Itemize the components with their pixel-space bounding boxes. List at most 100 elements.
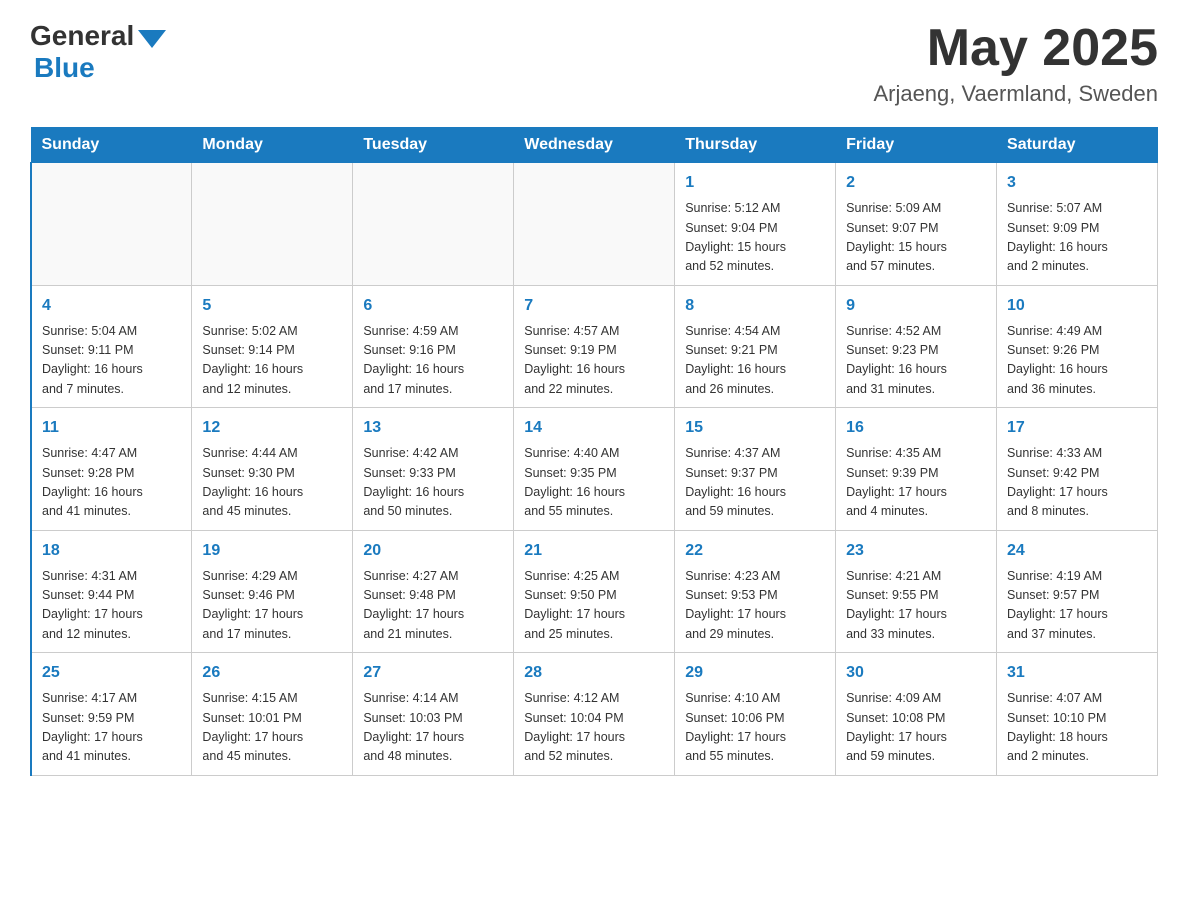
calendar-day-header: Friday [836, 128, 997, 163]
day-number: 19 [202, 539, 342, 563]
calendar-cell: 12 Sunrise: 4:44 AM Sunset: 9:30 PM Dayli… [192, 408, 353, 531]
calendar-cell: 14 Sunrise: 4:40 AM Sunset: 9:35 PM Dayli… [514, 408, 675, 531]
calendar-day-header: Saturday [997, 128, 1158, 163]
calendar-cell: 21 Sunrise: 4:25 AM Sunset: 9:50 PM Dayli… [514, 530, 675, 653]
day-info: Sunrise: 5:04 AM Sunset: 9:11 PM Dayligh… [42, 322, 181, 400]
day-number: 20 [363, 539, 503, 563]
day-info: Sunrise: 4:15 AM Sunset: 10:01 PM Daylig… [202, 689, 342, 767]
calendar-day-header: Thursday [675, 128, 836, 163]
logo-blue-text: Blue [34, 52, 95, 84]
calendar-cell: 20 Sunrise: 4:27 AM Sunset: 9:48 PM Dayli… [353, 530, 514, 653]
calendar-day-header: Tuesday [353, 128, 514, 163]
day-number: 22 [685, 539, 825, 563]
day-info: Sunrise: 4:44 AM Sunset: 9:30 PM Dayligh… [202, 444, 342, 522]
calendar-cell: 3 Sunrise: 5:07 AM Sunset: 9:09 PM Daylig… [997, 163, 1158, 286]
logo-general-text: General [30, 20, 134, 52]
calendar-cell [192, 163, 353, 286]
day-number: 13 [363, 416, 503, 440]
day-info: Sunrise: 4:54 AM Sunset: 9:21 PM Dayligh… [685, 322, 825, 400]
day-info: Sunrise: 4:09 AM Sunset: 10:08 PM Daylig… [846, 689, 986, 767]
calendar-cell: 5Sunrise: 5:02 AM Sunset: 9:14 PM Daylig… [192, 285, 353, 408]
calendar-week-row: 11 Sunrise: 4:47 AM Sunset: 9:28 PM Dayli… [31, 408, 1158, 531]
calendar-cell: 15 Sunrise: 4:37 AM Sunset: 9:37 PM Dayli… [675, 408, 836, 531]
calendar-week-row: 1 Sunrise: 5:12 AM Sunset: 9:04 PM Daylig… [31, 163, 1158, 286]
day-number: 3 [1007, 171, 1147, 195]
day-number: 9 [846, 294, 986, 318]
day-info: Sunrise: 4:21 AM Sunset: 9:55 PM Dayligh… [846, 567, 986, 645]
calendar-table: SundayMondayTuesdayWednesdayThursdayFrid… [30, 127, 1158, 776]
calendar-day-header: Monday [192, 128, 353, 163]
day-info: Sunrise: 4:07 AM Sunset: 10:10 PM Daylig… [1007, 689, 1147, 767]
calendar-day-header: Wednesday [514, 128, 675, 163]
day-number: 8 [685, 294, 825, 318]
day-info: Sunrise: 4:33 AM Sunset: 9:42 PM Dayligh… [1007, 444, 1147, 522]
day-number: 29 [685, 661, 825, 685]
calendar-cell: 2 Sunrise: 5:09 AM Sunset: 9:07 PM Daylig… [836, 163, 997, 286]
day-number: 2 [846, 171, 986, 195]
calendar-cell: 26Sunrise: 4:15 AM Sunset: 10:01 PM Dayl… [192, 653, 353, 776]
day-info: Sunrise: 4:14 AM Sunset: 10:03 PM Daylig… [363, 689, 503, 767]
day-info: Sunrise: 4:25 AM Sunset: 9:50 PM Dayligh… [524, 567, 664, 645]
day-info: Sunrise: 5:07 AM Sunset: 9:09 PM Dayligh… [1007, 199, 1147, 277]
calendar-cell: 4 Sunrise: 5:04 AM Sunset: 9:11 PM Daylig… [31, 285, 192, 408]
calendar-cell [353, 163, 514, 286]
day-info: Sunrise: 4:47 AM Sunset: 9:28 PM Dayligh… [42, 444, 181, 522]
day-info: Sunrise: 4:37 AM Sunset: 9:37 PM Dayligh… [685, 444, 825, 522]
calendar-cell: 16 Sunrise: 4:35 AM Sunset: 9:39 PM Dayli… [836, 408, 997, 531]
calendar-cell [514, 163, 675, 286]
calendar-cell: 23 Sunrise: 4:21 AM Sunset: 9:55 PM Dayli… [836, 530, 997, 653]
day-info: Sunrise: 4:31 AM Sunset: 9:44 PM Dayligh… [42, 567, 181, 645]
calendar-cell: 11 Sunrise: 4:47 AM Sunset: 9:28 PM Dayli… [31, 408, 192, 531]
day-number: 10 [1007, 294, 1147, 318]
day-number: 15 [685, 416, 825, 440]
day-number: 31 [1007, 661, 1147, 685]
calendar-cell: 22 Sunrise: 4:23 AM Sunset: 9:53 PM Dayli… [675, 530, 836, 653]
day-number: 1 [685, 171, 825, 195]
calendar-cell: 8 Sunrise: 4:54 AM Sunset: 9:21 PM Daylig… [675, 285, 836, 408]
day-number: 25 [42, 661, 181, 685]
calendar-header-row: SundayMondayTuesdayWednesdayThursdayFrid… [31, 128, 1158, 163]
day-number: 18 [42, 539, 181, 563]
logo: General Blue [30, 20, 166, 84]
calendar-week-row: 25 Sunrise: 4:17 AM Sunset: 9:59 PM Dayli… [31, 653, 1158, 776]
day-info: Sunrise: 4:23 AM Sunset: 9:53 PM Dayligh… [685, 567, 825, 645]
location-title: Arjaeng, Vaermland, Sweden [873, 81, 1158, 107]
day-info: Sunrise: 4:19 AM Sunset: 9:57 PM Dayligh… [1007, 567, 1147, 645]
calendar-cell: 27Sunrise: 4:14 AM Sunset: 10:03 PM Dayl… [353, 653, 514, 776]
day-info: Sunrise: 4:59 AM Sunset: 9:16 PM Dayligh… [363, 322, 503, 400]
day-number: 6 [363, 294, 503, 318]
day-info: Sunrise: 4:49 AM Sunset: 9:26 PM Dayligh… [1007, 322, 1147, 400]
calendar-cell: 1 Sunrise: 5:12 AM Sunset: 9:04 PM Daylig… [675, 163, 836, 286]
calendar-day-header: Sunday [31, 128, 192, 163]
day-number: 16 [846, 416, 986, 440]
calendar-cell: 24 Sunrise: 4:19 AM Sunset: 9:57 PM Dayli… [997, 530, 1158, 653]
day-info: Sunrise: 4:12 AM Sunset: 10:04 PM Daylig… [524, 689, 664, 767]
day-info: Sunrise: 4:40 AM Sunset: 9:35 PM Dayligh… [524, 444, 664, 522]
day-number: 14 [524, 416, 664, 440]
day-number: 24 [1007, 539, 1147, 563]
day-number: 17 [1007, 416, 1147, 440]
calendar-cell: 6 Sunrise: 4:59 AM Sunset: 9:16 PM Daylig… [353, 285, 514, 408]
day-number: 5 [202, 294, 342, 318]
day-number: 23 [846, 539, 986, 563]
day-info: Sunrise: 4:42 AM Sunset: 9:33 PM Dayligh… [363, 444, 503, 522]
day-info: Sunrise: 4:10 AM Sunset: 10:06 PM Daylig… [685, 689, 825, 767]
day-number: 12 [202, 416, 342, 440]
day-info: Sunrise: 4:17 AM Sunset: 9:59 PM Dayligh… [42, 689, 181, 767]
day-info: Sunrise: 4:35 AM Sunset: 9:39 PM Dayligh… [846, 444, 986, 522]
calendar-cell [31, 163, 192, 286]
day-number: 4 [42, 294, 181, 318]
day-number: 28 [524, 661, 664, 685]
title-block: May 2025 Arjaeng, Vaermland, Sweden [873, 20, 1158, 107]
day-number: 11 [42, 416, 181, 440]
calendar-cell: 7Sunrise: 4:57 AM Sunset: 9:19 PM Daylig… [514, 285, 675, 408]
day-info: Sunrise: 5:09 AM Sunset: 9:07 PM Dayligh… [846, 199, 986, 277]
day-info: Sunrise: 4:57 AM Sunset: 9:19 PM Dayligh… [524, 322, 664, 400]
calendar-cell: 31 Sunrise: 4:07 AM Sunset: 10:10 PM Dayl… [997, 653, 1158, 776]
day-number: 21 [524, 539, 664, 563]
day-number: 30 [846, 661, 986, 685]
day-info: Sunrise: 4:27 AM Sunset: 9:48 PM Dayligh… [363, 567, 503, 645]
calendar-cell: 28 Sunrise: 4:12 AM Sunset: 10:04 PM Dayl… [514, 653, 675, 776]
day-info: Sunrise: 5:12 AM Sunset: 9:04 PM Dayligh… [685, 199, 825, 277]
day-info: Sunrise: 4:52 AM Sunset: 9:23 PM Dayligh… [846, 322, 986, 400]
